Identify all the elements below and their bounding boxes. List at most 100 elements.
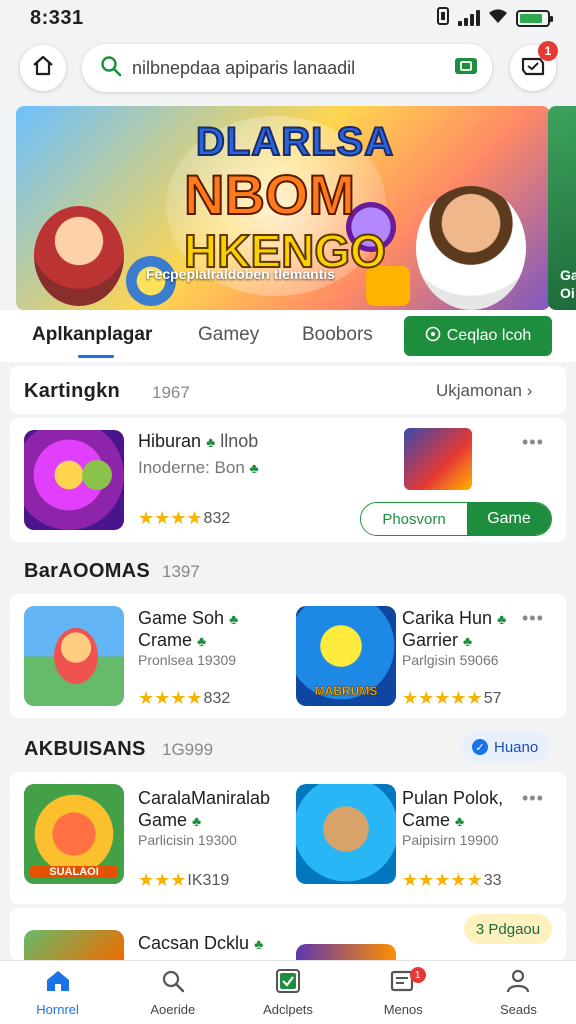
app-name-suffix: llnob — [220, 431, 259, 451]
app-thumbnail[interactable] — [296, 784, 396, 884]
app-title[interactable]: Pulan Polok, — [402, 787, 503, 809]
app-meta: Pronlsea 19309 — [138, 652, 237, 668]
home-button[interactable] — [20, 45, 66, 91]
home-icon — [31, 54, 55, 83]
app-name-line1: Carika Hun — [402, 608, 493, 628]
app-name-line1: Game Soh — [138, 608, 225, 628]
profile-icon — [505, 969, 531, 998]
leaf-icon: ♣ — [197, 633, 207, 649]
app-name-line2: Garrier — [402, 630, 459, 650]
nav-label: Menos — [383, 1001, 423, 1017]
game-button[interactable]: Game — [467, 503, 551, 535]
vibrate-icon — [436, 6, 450, 30]
app-meta: Paipisirn 19900 — [402, 832, 499, 848]
more-options-icon[interactable]: ••• — [522, 432, 544, 453]
app-meta: Parlgisin 59066 — [402, 652, 499, 668]
app-rating: ★★★★ 832 — [138, 688, 230, 709]
app-thumbnail[interactable] — [24, 430, 124, 530]
app-title[interactable]: CaralaManiralab — [138, 787, 270, 809]
banner-title-line1: DLARLSA — [195, 119, 395, 165]
app-rating: ★★★★ 832 — [138, 508, 230, 529]
tab-games[interactable]: Gamey — [198, 324, 259, 346]
app-name-text: Cacsan Dcklu — [138, 933, 250, 953]
section2-count: 1397 — [162, 562, 200, 581]
app-title[interactable]: Game Soh ♣ — [138, 607, 238, 630]
app-thumbnail[interactable] — [296, 944, 396, 960]
section3-count: 1G999 — [162, 740, 214, 759]
app-name-line2: Game — [138, 810, 188, 830]
app-thumbnail[interactable]: MABRUMS — [296, 606, 396, 706]
nav-apps[interactable]: Adclpets — [230, 961, 345, 1024]
banner-character-boy — [416, 186, 526, 310]
active-tab-indicator — [78, 355, 114, 358]
leaf-icon: ♣ — [497, 611, 507, 627]
leaf-icon: ♣ — [206, 434, 216, 450]
leaf-icon: ♣ — [192, 813, 202, 829]
preview-button[interactable]: Phosvorn — [361, 503, 467, 535]
banner-character-girl — [34, 206, 124, 306]
section3-badge-label: Huano — [494, 738, 539, 756]
app-meta: Parlicisin 19300 — [138, 832, 237, 848]
nav-home[interactable]: Hornrel — [0, 961, 115, 1024]
status-icons — [436, 6, 553, 30]
section1-see-all[interactable]: Ukjamonan › — [436, 381, 532, 401]
cta-button[interactable]: Ceqlao lcoh — [404, 316, 552, 356]
install-split-button[interactable]: Phosvorn Game — [360, 502, 552, 536]
star-icon: ★★★ — [138, 870, 187, 890]
leaf-icon: ♣ — [463, 633, 473, 649]
nav-messages[interactable]: 1 Menos — [346, 961, 461, 1024]
app-rating: ★★★ IK319 — [138, 870, 229, 891]
search-icon — [100, 55, 122, 82]
nav-label: Adclpets — [263, 1001, 313, 1017]
star-icon: ★★★★ — [138, 688, 203, 708]
featured-banner[interactable]: DLARLSA NBOM HKENGO Fecpeplalraldoben tl… — [16, 106, 550, 310]
top-bar: nilbnepdaa apiparis lanaadil 1 — [0, 41, 576, 96]
chevron-right-icon: › — [526, 381, 533, 400]
notification-badge: 1 — [538, 41, 558, 61]
banner-subtitle: Fecpeplalraldoben tlemantis — [146, 266, 336, 282]
cta-label: Ceqlao lcoh — [446, 327, 532, 344]
section3-badge[interactable]: ✓ Huano — [462, 732, 550, 762]
app-title[interactable]: Hiburan ♣ llnob — [138, 430, 258, 453]
search-input[interactable]: nilbnepdaa apiparis lanaadil — [132, 58, 444, 79]
more-options-icon[interactable]: ••• — [522, 608, 544, 629]
star-icon: ★★★★ — [138, 508, 203, 528]
thumb-label: MABRUMS — [314, 684, 378, 699]
section2-title: BarAOOMAS — [24, 560, 151, 582]
app-thumbnail[interactable] — [24, 606, 124, 706]
leaf-icon: ♣ — [455, 813, 465, 829]
app-title[interactable]: Cacsan Dcklu ♣ — [138, 932, 263, 955]
voice-card-icon[interactable] — [454, 56, 478, 81]
notifications-button[interactable]: 1 — [510, 41, 558, 91]
nav-profile[interactable]: Seads — [461, 961, 576, 1024]
home-icon — [45, 969, 71, 998]
battery-icon — [516, 9, 553, 27]
tab-apps[interactable]: Aplkanplagar — [32, 324, 152, 346]
tab-books[interactable]: Boobors — [302, 324, 373, 346]
section4-badge[interactable]: 3 Pdgaou — [464, 914, 552, 944]
messages-badge: 1 — [409, 967, 426, 983]
see-all-label: Ukjamonan — [436, 381, 522, 400]
nav-explore[interactable]: Aoeride — [115, 961, 230, 1024]
app-title-line2: Garrier ♣ — [402, 629, 472, 652]
thumb-character — [82, 460, 112, 490]
signal-icon — [458, 10, 480, 26]
wifi-icon — [488, 8, 508, 29]
thumb-character — [54, 628, 98, 684]
app-thumbnail[interactable] — [24, 930, 124, 960]
nav-label: Aoeride — [150, 1001, 196, 1017]
rating-value: 33 — [483, 871, 502, 889]
explore-icon — [160, 969, 186, 998]
apps-check-icon — [275, 968, 301, 998]
check-circle-icon: ✓ — [472, 739, 488, 755]
next-banner-peek[interactable]: Ga Oi — [548, 106, 576, 310]
app-meta-text: Inoderne: Bon — [138, 458, 245, 477]
app-thumbnail[interactable]: SUALAOI — [24, 784, 124, 884]
section3-title: AKBUISANS — [24, 738, 146, 760]
app-screenshot-thumb[interactable] — [404, 428, 472, 490]
app-name-text: Hiburan — [138, 431, 202, 451]
star-icon: ★★★★★ — [402, 870, 483, 890]
more-options-icon[interactable]: ••• — [522, 788, 544, 809]
search-bar[interactable]: nilbnepdaa apiparis lanaadil — [82, 44, 492, 92]
app-title[interactable]: Carika Hun ♣ — [402, 607, 506, 630]
